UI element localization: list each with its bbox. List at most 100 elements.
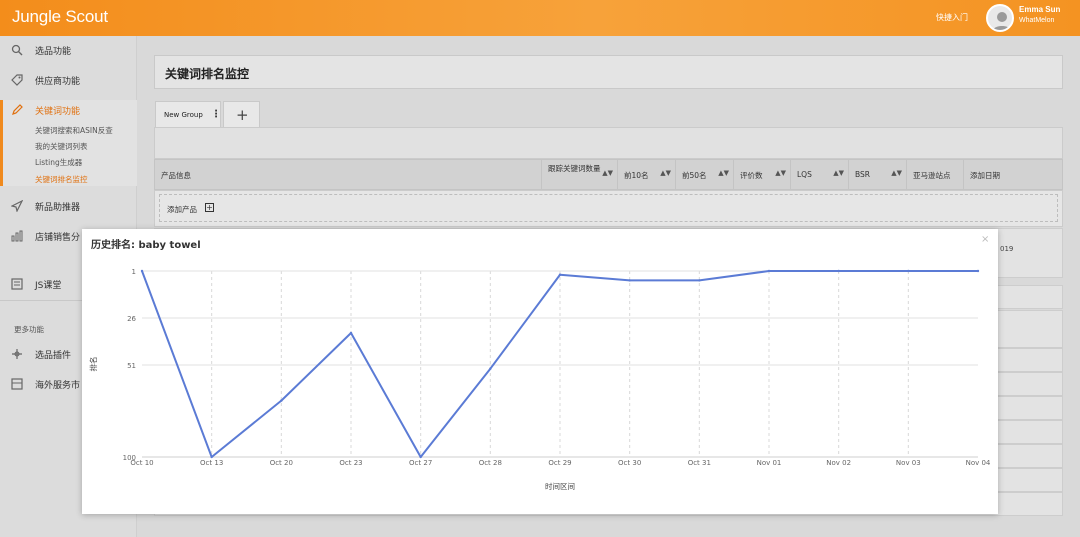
sidebar-item-label: JS课堂	[35, 281, 62, 291]
column-header-reviews[interactable]: 评价数 ▲▼	[733, 160, 790, 189]
column-header-lqs[interactable]: LQS ▲▼	[790, 160, 848, 189]
x-tick-label: Oct 13	[200, 459, 223, 467]
date-fragment: 019	[1000, 245, 1014, 253]
x-tick-label: Nov 02	[826, 459, 851, 467]
data-point	[907, 269, 910, 273]
sidebar-subitem-my-keywords[interactable]: 我的关键词列表	[35, 141, 88, 152]
rocket-icon	[10, 199, 24, 213]
data-point	[558, 273, 562, 276]
rank-history-chart: 12651100Oct 10 Oct 13 Oct 20 Oct 23 Oct 27 Oc…	[88, 268, 991, 491]
x-tick-label: Oct 10	[130, 459, 153, 467]
sort-icon[interactable]: ▲▼	[660, 169, 671, 177]
x-tick-label: Nov 03	[896, 459, 921, 467]
sidebar-item-label: 供应商功能	[35, 77, 81, 87]
page-title: 关键词排名监控	[165, 67, 250, 81]
data-point	[976, 269, 980, 273]
sort-icon[interactable]: ▲▼	[775, 169, 786, 177]
search-icon	[11, 44, 23, 56]
sidebar-item-launch[interactable]: 新品助推器	[0, 195, 137, 217]
add-box-icon[interactable]: +	[205, 203, 214, 212]
sidebar-item-label: 新品助推器	[35, 203, 81, 213]
y-tick-label: 26	[127, 315, 136, 323]
column-header-top10[interactable]: 前10名 ▲▼	[617, 160, 675, 189]
add-tab-button[interactable]: +	[223, 101, 260, 128]
sidebar-item-product-selection[interactable]: 选品功能	[0, 39, 137, 61]
sidebar-item-supplier[interactable]: 供应商功能	[0, 69, 137, 91]
add-product-dropzone[interactable]: 添加产品 +	[159, 194, 1058, 222]
data-point	[698, 279, 701, 282]
add-product-row: 添加产品 +	[154, 190, 1063, 227]
tab-panel	[154, 127, 1063, 159]
x-tick-label: Oct 27	[409, 459, 432, 467]
sort-icon[interactable]: ▲▼	[718, 169, 729, 177]
page-title-card: 关键词排名监控	[154, 55, 1063, 89]
column-header-label: 添加日期	[970, 171, 1000, 180]
x-tick-label: Nov 01	[757, 459, 782, 467]
quick-start-link[interactable]: 快捷入门	[936, 12, 968, 23]
data-point	[628, 279, 631, 282]
sidebar-subitem-rank-tracker[interactable]: 关键词排名监控	[35, 174, 88, 185]
data-point	[489, 367, 492, 370]
data-point	[210, 455, 213, 459]
column-header-label: LQS	[797, 170, 812, 179]
add-product-label: 添加产品	[167, 205, 197, 214]
data-point	[419, 455, 422, 459]
column-header-label: 跟踪关键词数量	[548, 164, 601, 173]
x-axis-label: 时间区间	[545, 481, 575, 491]
sidebar-item-label: 选品功能	[35, 47, 72, 57]
column-header-date-added[interactable]: 添加日期	[963, 160, 1021, 189]
sidebar-item-label: 店铺销售分	[35, 233, 81, 243]
y-axis-label: 排名	[88, 357, 98, 372]
column-header-label: 前50名	[682, 171, 707, 180]
data-point	[767, 269, 771, 273]
plus-icon: +	[236, 106, 249, 124]
book-icon	[11, 278, 23, 290]
puzzle-icon	[11, 348, 23, 360]
x-tick-label: Oct 28	[479, 459, 502, 467]
sidebar-item-label: 海外服务市	[35, 381, 81, 391]
sort-icon[interactable]: ▲▼	[602, 169, 613, 177]
user-company: WhatMelon	[1019, 17, 1055, 24]
column-header-label: 前10名	[624, 171, 649, 180]
tag-icon	[11, 74, 23, 86]
column-header-marketplace[interactable]: 亚马逊站点	[906, 160, 963, 189]
column-header-label: 产品信息	[161, 171, 191, 180]
user-icon	[992, 12, 1012, 30]
tab-new-group[interactable]: New Group ⋮	[155, 101, 221, 128]
data-point	[837, 269, 840, 273]
column-header-bsr[interactable]: BSR ▲▼	[848, 160, 906, 189]
sidebar-subitem-keyword-search[interactable]: 关键词搜索和ASIN反查	[35, 125, 113, 136]
more-vertical-icon[interactable]: ⋮	[211, 109, 221, 120]
store-icon	[11, 378, 23, 390]
y-tick-label: 1	[132, 268, 136, 276]
sidebar-subitem-listing-builder[interactable]: Listing生成器	[35, 157, 82, 168]
tab-label: New Group	[164, 111, 203, 119]
table-header: 产品信息 跟踪关键词数量 ▲▼ 前10名 ▲▼ 前50名 ▲▼ 评价数 ▲▼ L…	[154, 159, 1063, 190]
x-tick-label: Oct 30	[618, 459, 641, 467]
data-point	[349, 331, 353, 335]
sort-icon[interactable]: ▲▼	[891, 169, 902, 177]
column-header-label: BSR	[855, 170, 870, 179]
bar-chart-icon	[11, 230, 23, 242]
x-tick-label: Nov 04	[966, 459, 991, 467]
pencil-icon	[11, 104, 23, 116]
y-tick-label: 51	[127, 362, 136, 370]
sort-icon[interactable]: ▲▼	[833, 169, 844, 177]
column-header-top50[interactable]: 前50名 ▲▼	[675, 160, 733, 189]
avatar[interactable]	[986, 4, 1014, 32]
app-logo[interactable]: Jungle Scout	[12, 7, 108, 27]
sidebar-item-keywords[interactable]: 关键词功能	[0, 99, 137, 121]
column-header-keyword-count[interactable]: 跟踪关键词数量 ▲▼	[541, 160, 617, 189]
sidebar-item-label: 选品插件	[35, 351, 72, 361]
data-point	[140, 269, 144, 273]
x-tick-label: Oct 31	[688, 459, 711, 467]
x-tick-label: Oct 29	[548, 459, 571, 467]
x-tick-label: Oct 23	[339, 459, 362, 467]
top-bar: Jungle Scout 快捷入门 Emma Sun WhatMelon	[0, 0, 1080, 36]
rank-history-modal: 历史排名: baby towel × 1 26 51 100 Oct 10 Oct 13 O…	[82, 229, 998, 514]
x-tick-label: Oct 20	[270, 459, 293, 467]
column-header-label: 亚马逊站点	[913, 171, 951, 180]
sidebar-item-label: 关键词功能	[35, 107, 81, 117]
column-header-product: 产品信息	[155, 160, 541, 189]
user-name[interactable]: Emma Sun	[1019, 5, 1060, 14]
